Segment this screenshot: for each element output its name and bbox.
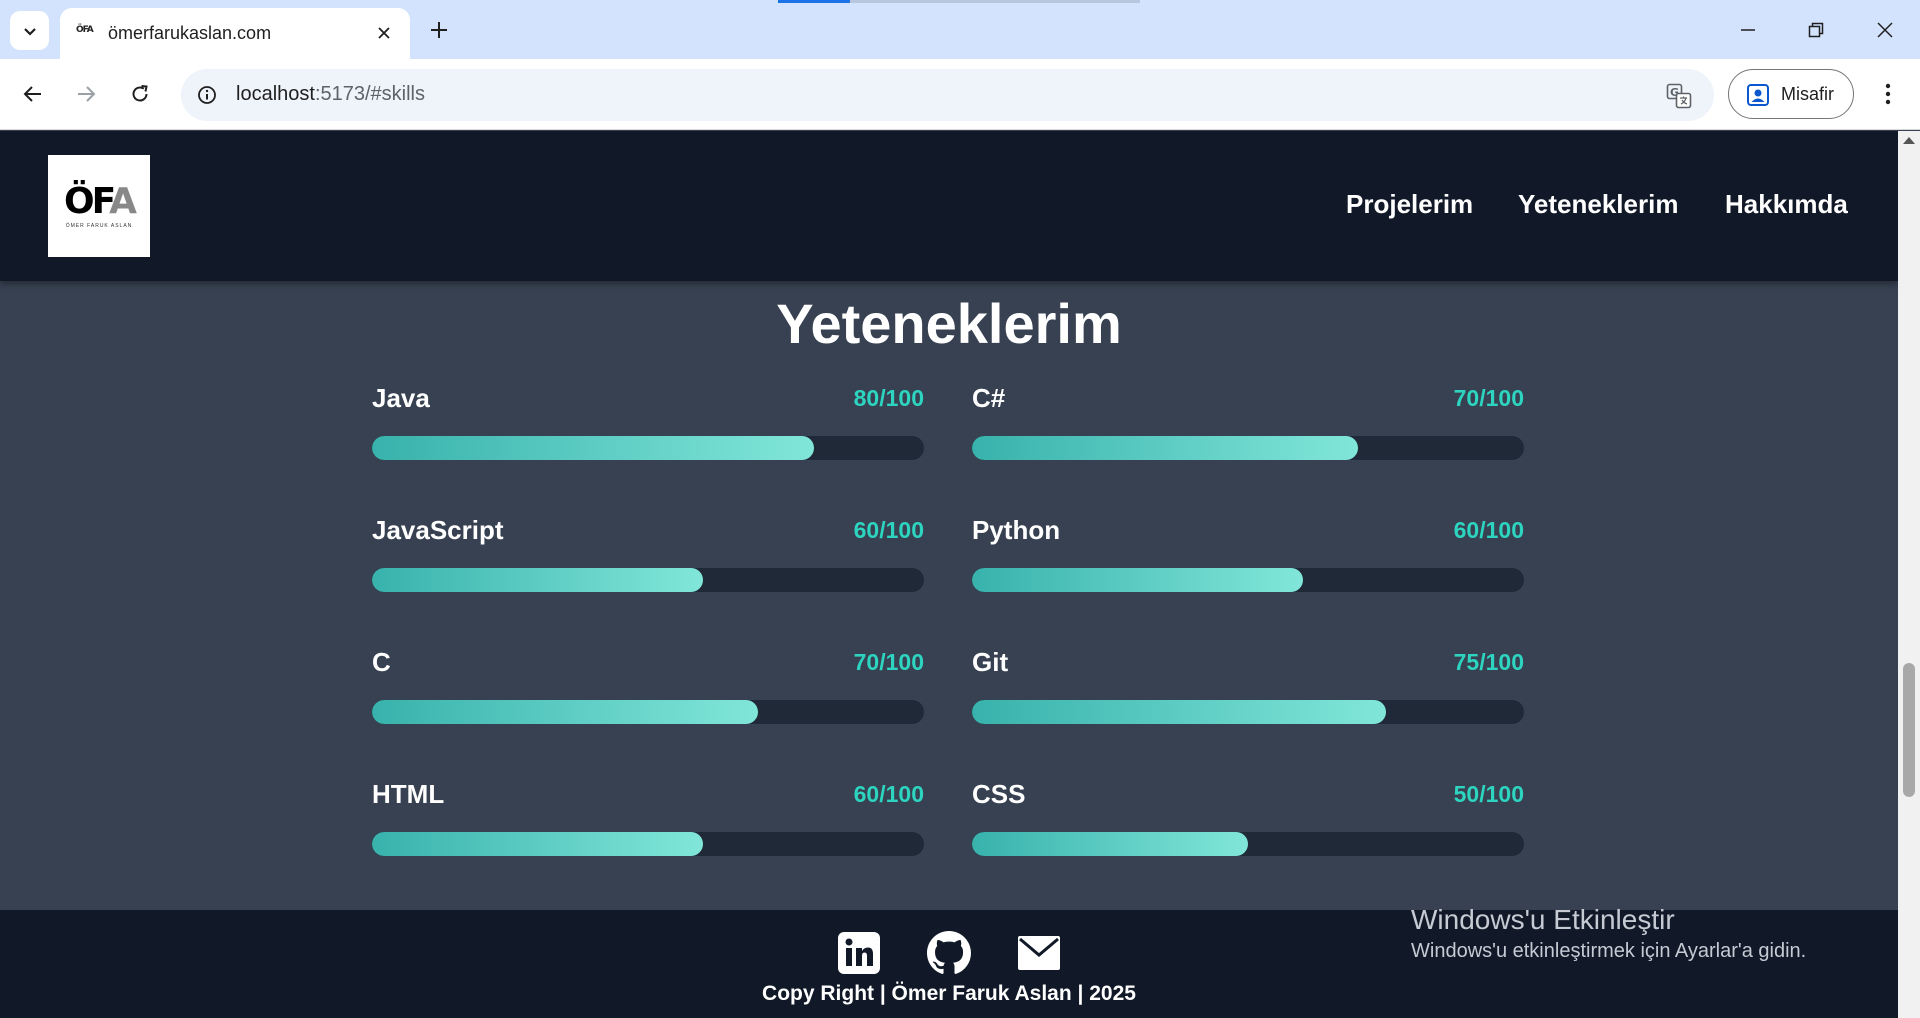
back-button[interactable] [14, 75, 52, 113]
site-logo[interactable]: ÖFA ÖMER FARUK ASLAN [48, 155, 150, 257]
browser-menu-button[interactable] [1870, 75, 1906, 113]
skill-name: C [372, 647, 391, 677]
plus-icon [431, 22, 447, 38]
minimize-button[interactable] [1718, 8, 1778, 52]
skills-title: Yeteneklerim [776, 292, 1122, 355]
url-text[interactable]: localhost:5173/#skills [236, 83, 425, 106]
skill-progress-track [972, 700, 1524, 724]
tab-search-button[interactable] [10, 11, 49, 50]
skill-name: Python [972, 515, 1061, 545]
watermark-subtitle: Windows'u etkinleştirmek için Ayarlar'a … [1411, 940, 1807, 962]
reload-icon [132, 85, 148, 102]
minimize-icon [1741, 29, 1755, 31]
chevron-down-icon [23, 27, 36, 36]
skill-progress-fill [372, 568, 704, 592]
logo-mark: ÖFA [64, 180, 137, 222]
github-icon [927, 931, 971, 974]
forward-button[interactable] [67, 75, 105, 113]
favicon-icon: ÖFA [76, 25, 94, 35]
skill-progress-track [372, 832, 924, 856]
skill-item: C 70/100 [372, 647, 924, 737]
skill-progress-track [972, 436, 1524, 460]
close-icon [1877, 22, 1893, 38]
skill-progress-fill [972, 568, 1304, 592]
skill-score: 60/100 [1453, 517, 1524, 543]
address-bar[interactable]: localhost:5173/#skills G [181, 69, 1714, 121]
arrow-right-icon [78, 86, 96, 102]
skill-item: Git 75/100 [972, 647, 1524, 737]
skill-name: CSS [972, 779, 1026, 809]
skill-progress-track [972, 568, 1524, 592]
skill-item: HTML 60/100 [372, 779, 924, 869]
browser-tab-active[interactable]: ÖFA ömerfarukaslan.com [60, 8, 410, 59]
skill-score: 60/100 [853, 781, 924, 807]
profile-label: Misafir [1781, 84, 1834, 104]
nav-link-yeteneklerim[interactable]: Yeteneklerim [1518, 189, 1678, 220]
url-path: :5173/#skills [314, 83, 425, 105]
linkedin-icon [838, 932, 880, 974]
logo-subtitle: ÖMER FARUK ASLAN [65, 222, 133, 229]
skill-progress-fill [372, 700, 759, 724]
footer-copyright: Copy Right | Ömer Faruk Aslan | 2025 [762, 982, 1136, 1005]
watermark-title: Windows'u Etkinleştir [1411, 904, 1675, 935]
scroll-up-arrow-icon[interactable] [1903, 137, 1915, 144]
tab-close-button[interactable] [372, 21, 396, 45]
tab-strip: ÖFA ömerfarukaslan.com [0, 0, 1920, 59]
skill-progress-fill [372, 436, 814, 460]
reload-button[interactable] [121, 75, 159, 113]
nav-link-projelerim[interactable]: Projelerim [1346, 189, 1473, 220]
tab-title: ömerfarukaslan.com [108, 23, 272, 43]
tab-loading-indicator [778, 0, 850, 3]
profile-button[interactable]: Misafir [1728, 69, 1854, 119]
mail-link[interactable] [1016, 930, 1062, 976]
browser-toolbar: localhost:5173/#skills G Misafir [0, 59, 1920, 130]
skill-progress-fill [972, 436, 1359, 460]
skill-progress-track [372, 436, 924, 460]
skill-item: Python 60/100 [972, 515, 1524, 605]
skill-score: 50/100 [1453, 781, 1524, 807]
restore-button[interactable] [1786, 8, 1846, 52]
skill-name: Git [972, 647, 1009, 677]
site-navbar: ÖFA ÖMER FARUK ASLAN Projelerim Yetenekl… [0, 131, 1898, 281]
skill-item: JavaScript 60/100 [372, 515, 924, 605]
close-icon [378, 27, 390, 39]
page-viewport: ÖFA ÖMER FARUK ASLAN Projelerim Yetenekl… [0, 131, 1898, 1018]
arrow-left-icon [23, 86, 41, 102]
restore-icon [1808, 22, 1824, 38]
skill-score: 80/100 [853, 385, 924, 411]
skill-name: HTML [372, 779, 445, 809]
mail-icon [1018, 936, 1060, 970]
more-vertical-icon [1885, 83, 1891, 105]
new-tab-button[interactable] [422, 13, 456, 47]
skill-progress-fill [972, 832, 1248, 856]
skill-score: 70/100 [853, 649, 924, 675]
guest-profile-icon [1747, 84, 1769, 106]
skill-item: CSS 50/100 [972, 779, 1524, 869]
linkedin-link[interactable] [836, 930, 882, 976]
skill-progress-fill [372, 832, 704, 856]
github-link[interactable] [926, 930, 972, 976]
skill-name: JavaScript [372, 515, 504, 545]
skill-progress-track [372, 700, 924, 724]
url-host: localhost [236, 83, 315, 105]
site-info-icon[interactable] [193, 81, 221, 109]
skill-item: C# 70/100 [972, 383, 1524, 473]
skill-progress-fill [972, 700, 1386, 724]
skill-name: C# [972, 383, 1006, 413]
skill-score: 75/100 [1453, 649, 1524, 675]
skill-progress-track [372, 568, 924, 592]
tab-loading-track [850, 0, 1140, 3]
skill-progress-track [972, 832, 1524, 856]
skill-name: Java [372, 383, 430, 413]
windows-activation-watermark: Windows'u Etkinleştir Windows'u etkinleş… [1411, 904, 1806, 963]
skill-score: 60/100 [853, 517, 924, 543]
translate-icon[interactable]: G [1664, 81, 1694, 111]
nav-link-hakkimda[interactable]: Hakkımda [1725, 189, 1848, 220]
skill-item: Java 80/100 [372, 383, 924, 473]
close-window-button[interactable] [1855, 8, 1915, 52]
page-scrollbar[interactable] [1898, 131, 1920, 1018]
scrollbar-thumb[interactable] [1903, 663, 1915, 797]
skill-score: 70/100 [1453, 385, 1524, 411]
